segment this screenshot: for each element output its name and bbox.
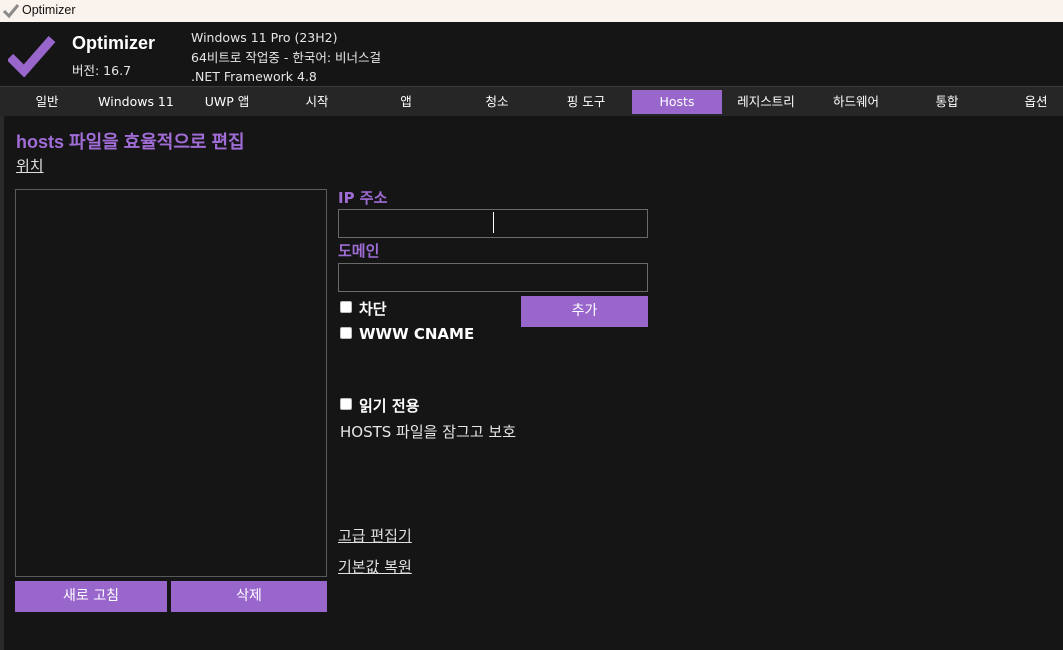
delete-button[interactable]: 삭제: [171, 581, 327, 612]
location-link[interactable]: 위치: [16, 155, 44, 176]
tab-ping-tool[interactable]: 핑 도구: [541, 90, 631, 114]
tab-hardware[interactable]: 하드웨어: [811, 90, 901, 114]
tab-general[interactable]: 일반: [2, 90, 92, 114]
check-icon: [2, 4, 20, 19]
check-logo-icon: [8, 36, 56, 77]
tab-registry[interactable]: 레지스트리: [721, 90, 811, 114]
page-title: hosts 파일을 효율적으로 편집: [16, 132, 245, 152]
window-title: Optimizer: [22, 3, 76, 17]
hosts-entries-list[interactable]: [15, 189, 327, 577]
app-header: Optimizer 버전: 16.7 Windows 11 Pro (23H2)…: [0, 22, 1063, 86]
www-cname-label: WWW CNAME: [359, 325, 475, 343]
read-only-checkbox[interactable]: [340, 398, 352, 410]
system-os: Windows 11 Pro (23H2): [191, 30, 338, 45]
tab-integration[interactable]: 통합: [902, 90, 992, 114]
tab-startup[interactable]: 시작: [272, 90, 362, 114]
text-caret: [493, 212, 494, 233]
tab-bar: 일반 Windows 11 UWP 앱 시작 앱 청소 핑 도구 Hosts 레…: [0, 86, 1063, 116]
add-button[interactable]: 추가: [521, 296, 648, 327]
read-only-label: 읽기 전용: [359, 397, 420, 415]
app-name: Optimizer: [72, 33, 156, 53]
tab-windows-11[interactable]: Windows 11: [91, 90, 181, 114]
system-info: Windows 11 Pro (23H2) 64비트로 작업중 - 한국어: 비…: [191, 28, 381, 87]
block-checkbox[interactable]: [340, 301, 352, 313]
block-label: 차단: [359, 300, 387, 318]
lock-description: HOSTS 파일을 잠그고 보호: [340, 423, 516, 441]
tab-hosts[interactable]: Hosts: [632, 90, 722, 114]
advanced-editor-link[interactable]: 고급 편집기: [338, 525, 412, 546]
tab-uwp-apps[interactable]: UWP 앱: [182, 90, 272, 114]
refresh-button[interactable]: 새로 고침: [15, 581, 167, 612]
restore-default-link[interactable]: 기본값 복원: [338, 556, 412, 577]
domain-label: 도메인: [338, 242, 380, 260]
title-bar: Optimizer: [0, 0, 1063, 22]
tab-apps[interactable]: 앱: [361, 90, 451, 114]
tab-options[interactable]: 옵션: [991, 90, 1063, 114]
domain-input[interactable]: [338, 263, 648, 292]
www-cname-checkbox[interactable]: [340, 327, 352, 339]
ip-address-label: IP 주소: [338, 189, 388, 207]
tab-cleaner[interactable]: 청소: [452, 90, 542, 114]
system-dotnet: .NET Framework 4.8: [191, 69, 317, 84]
system-arch: 64비트로 작업중 - 한국어: 비너스걸: [191, 49, 382, 65]
app-version: 버전: 16.7: [72, 63, 132, 78]
